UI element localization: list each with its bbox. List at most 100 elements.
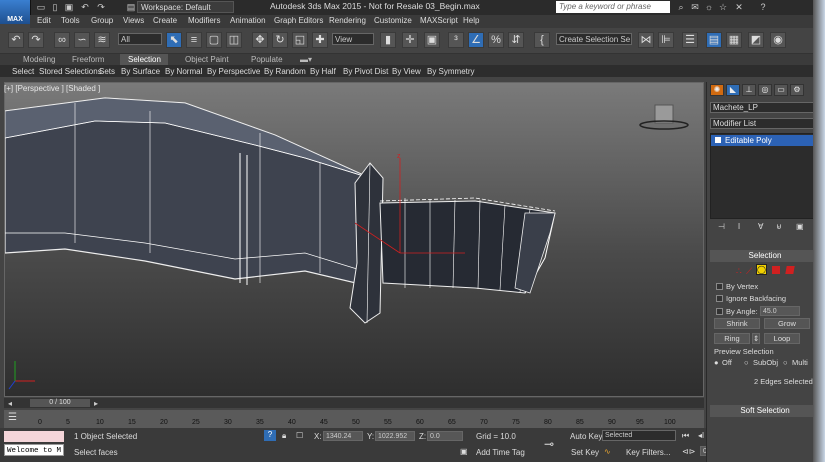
lock-icon[interactable]: 🔒︎: [282, 431, 286, 441]
subscription-icon[interactable]: ✉: [690, 2, 700, 12]
by-angle-checkbox[interactable]: [716, 308, 723, 315]
material-editor-icon[interactable]: ◉: [770, 32, 786, 48]
menu-customize[interactable]: Customize: [374, 16, 412, 25]
viewport-label[interactable]: [+] [Perspective ] [Shaded ]: [4, 84, 100, 93]
redo-icon[interactable]: ↷: [28, 32, 44, 48]
soft-selection-rollout-header[interactable]: Soft Selection: [710, 405, 820, 417]
by-vertex-checkbox[interactable]: [716, 283, 723, 290]
time-slider-handle[interactable]: 0 / 100: [30, 399, 90, 407]
element-mode-icon[interactable]: [785, 266, 795, 274]
ribbon-by-normal-button[interactable]: By Normal: [165, 67, 202, 76]
z-coord-field[interactable]: 0.0: [427, 431, 463, 441]
selection-filter-dropdown[interactable]: All: [118, 33, 162, 45]
menu-help[interactable]: Help: [463, 16, 479, 25]
object-name-field[interactable]: Machete_LP: [710, 102, 820, 113]
menu-animation[interactable]: Animation: [230, 16, 266, 25]
perspective-viewport[interactable]: z: [4, 82, 704, 397]
menu-graph-editors[interactable]: Graph Editors: [274, 16, 323, 25]
rectangle-region-icon[interactable]: ▢: [206, 32, 222, 48]
modify-tab-icon[interactable]: ◣: [726, 84, 740, 96]
angle-spinner[interactable]: 45.0: [760, 306, 800, 316]
favorites-icon[interactable]: ☆: [718, 2, 728, 12]
expand-icon[interactable]: [715, 137, 721, 143]
graphite-toggle-icon[interactable]: ▦: [726, 32, 742, 48]
isolate-selection-icon[interactable]: ?: [264, 430, 276, 441]
auto-key-button[interactable]: Auto Key: [570, 432, 602, 441]
selection-rollout-header[interactable]: Selection: [710, 250, 820, 262]
select-link-icon[interactable]: ∞: [54, 32, 70, 48]
tab-populate[interactable]: Populate: [251, 55, 283, 64]
display-tab-icon[interactable]: ▭: [774, 84, 788, 96]
menu-maxscript[interactable]: MAXScript: [420, 16, 458, 25]
stack-item-editable-poly[interactable]: Editable Poly: [711, 135, 819, 146]
preview-multi-radio-icon[interactable]: ○: [783, 358, 788, 367]
configure-sets-icon[interactable]: ▣: [796, 222, 804, 231]
ribbon-options-icon[interactable]: ▬▾: [300, 55, 312, 64]
select-object-icon[interactable]: ⬉: [166, 32, 182, 48]
show-end-result-icon[interactable]: ǀ: [738, 222, 740, 231]
border-mode-icon[interactable]: ◯: [756, 264, 767, 275]
ribbon-sets-button[interactable]: Sets: [99, 67, 115, 76]
ribbon-by-half-button[interactable]: By Half: [310, 67, 336, 76]
rotate-icon[interactable]: ↻: [272, 32, 288, 48]
preview-subobj-radio-icon[interactable]: ○: [744, 358, 749, 367]
menu-tools[interactable]: Tools: [61, 16, 80, 25]
tab-selection[interactable]: Selection: [128, 55, 161, 64]
set-key-button[interactable]: Set Key: [571, 448, 599, 457]
menu-rendering[interactable]: Rendering: [329, 16, 366, 25]
menu-modifiers[interactable]: Modifiers: [188, 16, 220, 25]
selection-lock-icon[interactable]: ☐: [296, 431, 303, 440]
scale-icon[interactable]: ◱: [292, 32, 308, 48]
ignore-backfacing-checkbox[interactable]: [716, 295, 723, 302]
prev-frame-icon[interactable]: ◂: [8, 399, 12, 408]
modifier-list-dropdown[interactable]: Modifier List: [710, 118, 820, 129]
default-in-out-tangent-icon[interactable]: ∿: [604, 447, 611, 456]
save-icon[interactable]: ▣: [64, 2, 74, 12]
ribbon-by-surface-button[interactable]: By Surface: [121, 67, 160, 76]
scene-explorer-icon[interactable]: ☰: [682, 32, 698, 48]
spinner-snap-icon[interactable]: ⇵: [508, 32, 524, 48]
redo-icon[interactable]: ↷: [96, 2, 106, 12]
search-input[interactable]: Type a keyword or phrase: [556, 1, 670, 13]
reference-coord-dropdown[interactable]: View: [332, 33, 374, 45]
ribbon-by-random-button[interactable]: By Random: [264, 67, 306, 76]
create-tab-icon[interactable]: ✺: [710, 84, 724, 96]
menu-create[interactable]: Create: [153, 16, 177, 25]
key-icon[interactable]: ⊸: [544, 437, 554, 451]
bind-spacewarp-icon[interactable]: ≋: [94, 32, 110, 48]
prev-key-icon[interactable]: ◂ǀ: [698, 431, 704, 440]
mirror-icon[interactable]: ⋈: [638, 32, 654, 48]
pin-stack-icon[interactable]: ⊣: [718, 222, 725, 231]
add-time-tag-button[interactable]: Add Time Tag: [476, 448, 525, 457]
next-frame-icon[interactable]: ▸: [94, 399, 98, 408]
workspace-dropdown[interactable]: Workspace: Default: [137, 1, 234, 13]
make-unique-icon[interactable]: ∀: [758, 222, 763, 231]
vertex-mode-icon[interactable]: ∴: [736, 266, 742, 277]
ribbon-stored-selections-button[interactable]: Stored Selections: [39, 67, 102, 76]
binoculars-icon[interactable]: ⌕: [676, 2, 686, 12]
edit-named-selection-icon[interactable]: {: [534, 32, 550, 48]
undo-icon[interactable]: ↶: [8, 32, 24, 48]
key-filters-button[interactable]: Key Filters...: [626, 448, 670, 457]
maxscript-mini-listener-output[interactable]: [4, 431, 64, 442]
maxscript-listener[interactable]: Welcome to M: [4, 444, 64, 456]
close-x-icon[interactable]: ✕: [734, 2, 744, 12]
move-icon[interactable]: ✥: [252, 32, 268, 48]
hierarchy-tab-icon[interactable]: ⊥: [742, 84, 756, 96]
menu-views[interactable]: Views: [123, 16, 144, 25]
select-manipulate-icon[interactable]: ✛: [402, 32, 418, 48]
edge-mode-icon[interactable]: ⟋: [746, 266, 752, 277]
ribbon-by-view-button[interactable]: By View: [392, 67, 421, 76]
named-selection-dropdown[interactable]: Create Selection Se: [556, 33, 632, 45]
preview-off-radio-icon[interactable]: ●: [714, 358, 719, 367]
time-slider[interactable]: [4, 398, 704, 408]
open-file-icon[interactable]: ▯: [50, 2, 60, 12]
mini-curve-editor-icon[interactable]: ☰: [8, 412, 17, 423]
time-tag-icon[interactable]: ▣: [460, 447, 468, 456]
pivot-center-icon[interactable]: ▮: [380, 32, 396, 48]
ring-spinner-icon[interactable]: ⇕: [752, 333, 760, 344]
grow-button[interactable]: Grow: [764, 318, 810, 329]
x-coord-field[interactable]: 1340.24: [323, 431, 363, 441]
polygon-mode-icon[interactable]: [772, 266, 780, 274]
tab-object-paint[interactable]: Object Paint: [185, 55, 229, 64]
